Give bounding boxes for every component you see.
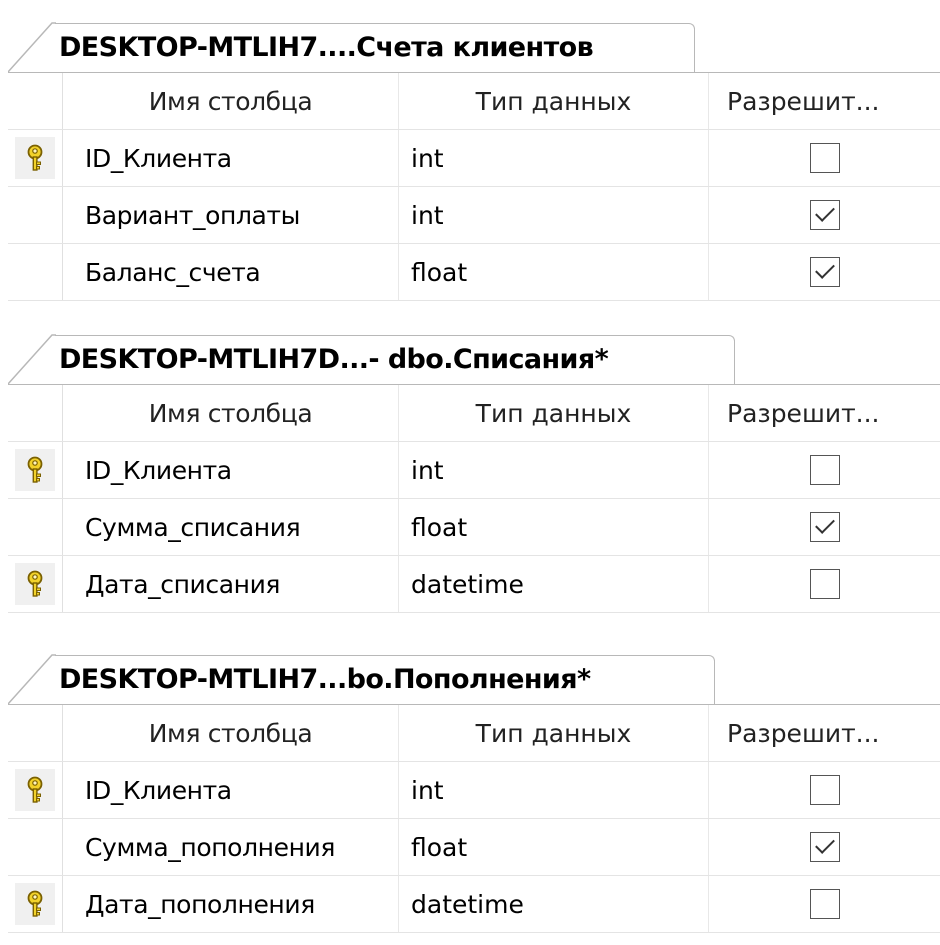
allow-nulls-checkbox[interactable] bbox=[809, 569, 840, 599]
column-name-cell[interactable]: Сумма_пополнения bbox=[63, 819, 399, 875]
table-row[interactable]: Дата_пополнения datetime bbox=[8, 876, 940, 933]
tab-strip: DESKTOP-MTLIH7D...- dbo.Списания* bbox=[8, 320, 940, 385]
allow-nulls-header[interactable]: Разрешит... bbox=[709, 73, 940, 129]
row-selector-header bbox=[8, 705, 63, 761]
data-type-cell[interactable]: datetime bbox=[399, 876, 709, 932]
columns-grid: Имя столбца Тип данных Разрешит... ID_Кл… bbox=[8, 705, 940, 933]
allow-nulls-checkbox[interactable] bbox=[809, 832, 840, 862]
allow-nulls-checkbox[interactable] bbox=[809, 143, 840, 173]
row-selector[interactable] bbox=[8, 442, 63, 498]
table-row[interactable]: Вариант_оплаты int bbox=[8, 187, 940, 244]
key-icon bbox=[15, 883, 55, 925]
table-row[interactable]: Сумма_списания float bbox=[8, 499, 940, 556]
data-type-header[interactable]: Тип данных bbox=[399, 705, 709, 761]
row-selector[interactable] bbox=[8, 762, 63, 818]
row-selector[interactable] bbox=[8, 130, 63, 186]
data-type-cell[interactable]: float bbox=[399, 819, 709, 875]
grid-header-row: Имя столбца Тип данных Разрешит... bbox=[8, 73, 940, 130]
allow-nulls-cell bbox=[709, 556, 940, 612]
document-tab[interactable]: DESKTOP-MTLIH7...bo.Пополнения* bbox=[8, 654, 715, 704]
column-name-cell[interactable]: Дата_списания bbox=[63, 556, 399, 612]
column-name-cell[interactable]: Дата_пополнения bbox=[63, 876, 399, 932]
grid-header-row: Имя столбца Тип данных Разрешит... bbox=[8, 705, 940, 762]
column-name-cell[interactable]: ID_Клиента bbox=[63, 130, 399, 186]
column-name-header[interactable]: Имя столбца bbox=[63, 73, 399, 129]
document-tab[interactable]: DESKTOP-MTLIH7....Счета клиентов bbox=[8, 22, 695, 72]
data-type-cell[interactable]: int bbox=[399, 442, 709, 498]
allow-nulls-cell bbox=[709, 442, 940, 498]
data-type-cell[interactable]: datetime bbox=[399, 556, 709, 612]
tab-title: DESKTOP-MTLIH7...bo.Пополнения* bbox=[55, 654, 715, 704]
tab-title: DESKTOP-MTLIH7D...- dbo.Списания* bbox=[55, 334, 735, 384]
table-designer-panel: DESKTOP-MTLIH7D...- dbo.Списания* Имя ст… bbox=[8, 320, 940, 632]
column-name-cell[interactable]: Вариант_оплаты bbox=[63, 187, 399, 243]
key-icon bbox=[15, 449, 55, 491]
row-selector[interactable] bbox=[8, 819, 63, 875]
columns-grid: Имя столбца Тип данных Разрешит... ID_Кл… bbox=[8, 73, 940, 301]
allow-nulls-checkbox[interactable] bbox=[809, 257, 840, 287]
allow-nulls-checkbox[interactable] bbox=[809, 775, 840, 805]
table-row[interactable]: Баланс_счета float bbox=[8, 244, 940, 301]
table-row[interactable]: ID_Клиента int bbox=[8, 130, 940, 187]
tab-title: DESKTOP-MTLIH7....Счета клиентов bbox=[55, 22, 695, 72]
allow-nulls-header[interactable]: Разрешит... bbox=[709, 705, 940, 761]
column-name-cell[interactable]: ID_Клиента bbox=[63, 762, 399, 818]
columns-grid: Имя столбца Тип данных Разрешит... ID_Кл… bbox=[8, 385, 940, 613]
column-name-header[interactable]: Имя столбца bbox=[63, 705, 399, 761]
key-icon bbox=[15, 137, 55, 179]
table-row[interactable]: Дата_списания datetime bbox=[8, 556, 940, 613]
row-selector[interactable] bbox=[8, 876, 63, 932]
table-row[interactable]: ID_Клиента int bbox=[8, 442, 940, 499]
row-selector[interactable] bbox=[8, 187, 63, 243]
allow-nulls-checkbox[interactable] bbox=[809, 889, 840, 919]
allow-nulls-checkbox[interactable] bbox=[809, 455, 840, 485]
data-type-cell[interactable]: float bbox=[399, 244, 709, 300]
allow-nulls-checkbox[interactable] bbox=[809, 200, 840, 230]
row-selector[interactable] bbox=[8, 499, 63, 555]
table-designer-panel: DESKTOP-MTLIH7...bo.Пополнения* Имя стол… bbox=[8, 640, 940, 945]
data-type-cell[interactable]: int bbox=[399, 762, 709, 818]
table-designer-panel: DESKTOP-MTLIH7....Счета клиентов Имя сто… bbox=[8, 8, 940, 301]
data-type-cell[interactable]: int bbox=[399, 187, 709, 243]
allow-nulls-cell bbox=[709, 187, 940, 243]
document-tab[interactable]: DESKTOP-MTLIH7D...- dbo.Списания* bbox=[8, 334, 735, 384]
grid-header-row: Имя столбца Тип данных Разрешит... bbox=[8, 385, 940, 442]
data-type-header[interactable]: Тип данных bbox=[399, 385, 709, 441]
column-name-cell[interactable]: ID_Клиента bbox=[63, 442, 399, 498]
row-selector[interactable] bbox=[8, 244, 63, 300]
row-selector[interactable] bbox=[8, 556, 63, 612]
key-icon bbox=[15, 769, 55, 811]
data-type-cell[interactable]: float bbox=[399, 499, 709, 555]
allow-nulls-header[interactable]: Разрешит... bbox=[709, 385, 940, 441]
key-icon bbox=[15, 563, 55, 605]
tab-strip: DESKTOP-MTLIH7...bo.Пополнения* bbox=[8, 640, 940, 705]
table-row[interactable]: Сумма_пополнения float bbox=[8, 819, 940, 876]
column-name-cell[interactable]: Сумма_списания bbox=[63, 499, 399, 555]
tab-edge bbox=[8, 334, 56, 384]
tab-edge bbox=[8, 654, 56, 704]
allow-nulls-cell bbox=[709, 244, 940, 300]
tab-strip: DESKTOP-MTLIH7....Счета клиентов bbox=[8, 8, 940, 73]
allow-nulls-checkbox[interactable] bbox=[809, 512, 840, 542]
allow-nulls-cell bbox=[709, 876, 940, 932]
allow-nulls-cell bbox=[709, 819, 940, 875]
allow-nulls-cell bbox=[709, 499, 940, 555]
table-row[interactable]: ID_Клиента int bbox=[8, 762, 940, 819]
data-type-cell[interactable]: int bbox=[399, 130, 709, 186]
data-type-header[interactable]: Тип данных bbox=[399, 73, 709, 129]
tab-edge bbox=[8, 22, 56, 72]
allow-nulls-cell bbox=[709, 762, 940, 818]
row-selector-header bbox=[8, 385, 63, 441]
column-name-header[interactable]: Имя столбца bbox=[63, 385, 399, 441]
row-selector-header bbox=[8, 73, 63, 129]
allow-nulls-cell bbox=[709, 130, 940, 186]
column-name-cell[interactable]: Баланс_счета bbox=[63, 244, 399, 300]
